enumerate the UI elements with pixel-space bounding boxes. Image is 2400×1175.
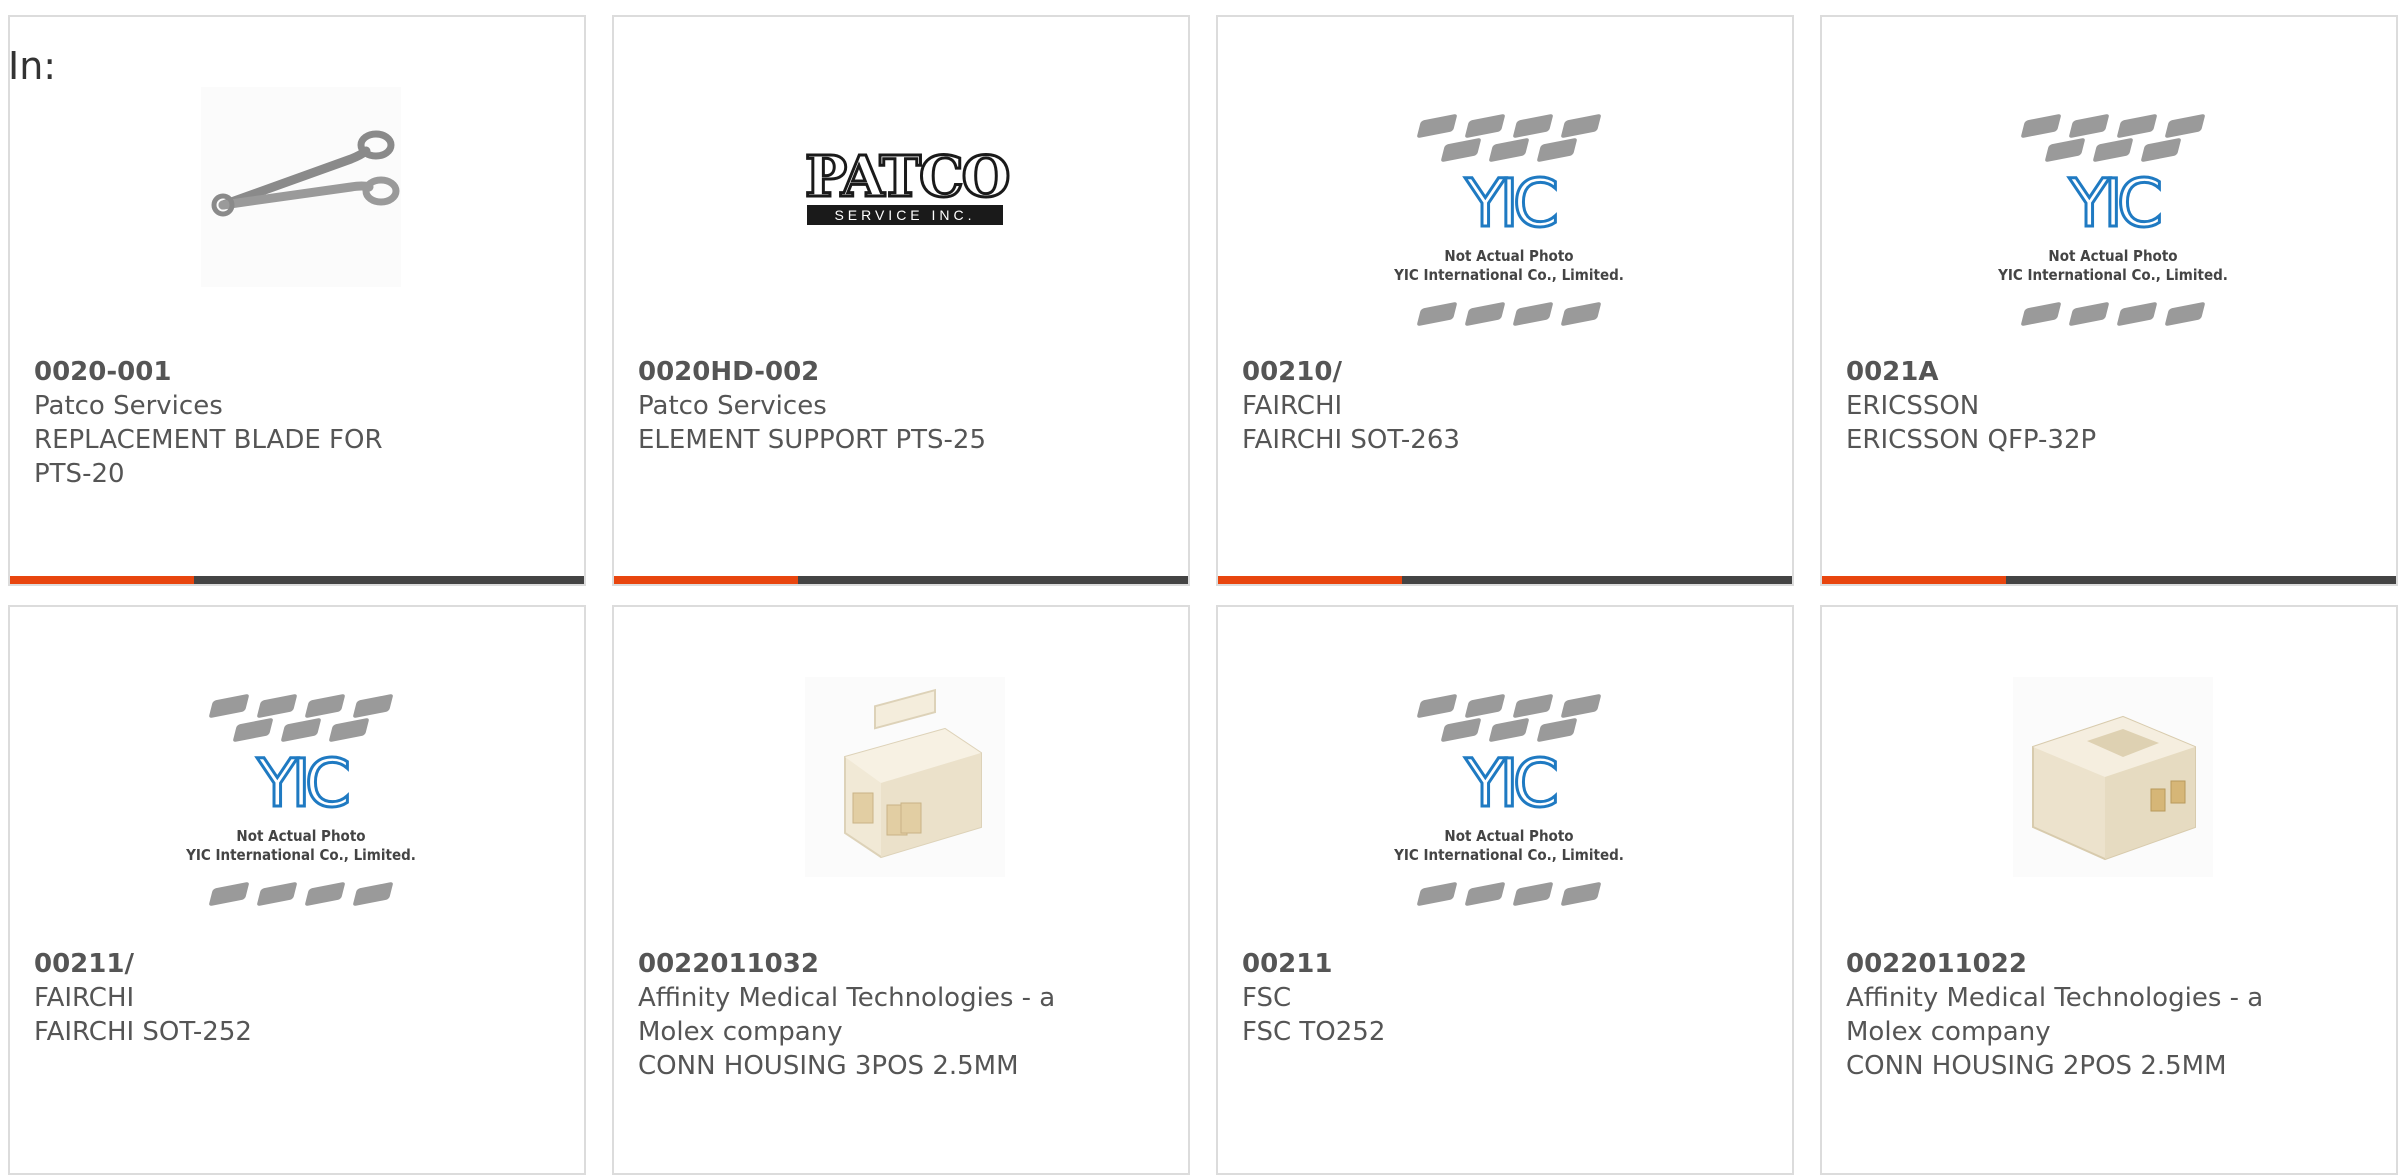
part-number[interactable]: 0022011032 xyxy=(638,947,1078,981)
manufacturer: FSC xyxy=(1242,983,1292,1013)
product-card[interactable]: YIC Not Actual Photo YIC International Co… xyxy=(1216,605,1794,1175)
card-bar xyxy=(1218,576,1792,584)
card-bar-accent xyxy=(1822,576,2006,584)
product-image[interactable] xyxy=(201,87,401,287)
part-number[interactable]: 00211/ xyxy=(34,947,474,981)
product-image[interactable]: YIC Not Actual Photo YIC International Co… xyxy=(166,687,436,927)
card-bar-accent xyxy=(10,576,194,584)
description: CONN HOUSING 3POS 2.5MM xyxy=(638,1051,1019,1081)
connector-housing-icon xyxy=(2013,677,2213,877)
description: FAIRCHI SOT-263 xyxy=(1242,425,1460,455)
product-image[interactable]: YIC Not Actual Photo YIC International Co… xyxy=(1374,107,1644,347)
manufacturer: FAIRCHI xyxy=(1242,391,1343,421)
description: FAIRCHI SOT-252 xyxy=(34,1017,252,1047)
part-number[interactable]: 00211 xyxy=(1242,947,1682,981)
patco-logo-icon: PATCO SERVICE INC. xyxy=(804,144,1012,225)
description: FSC TO252 xyxy=(1242,1017,1386,1047)
description: CONN HOUSING 2POS 2.5MM xyxy=(1846,1051,2227,1081)
product-card[interactable]: YIC Not Actual Photo YIC International Co… xyxy=(1820,15,2398,586)
manufacturer: Affinity Medical Technologies - a Molex … xyxy=(638,983,1056,1047)
yic-placeholder-icon: YIC Not Actual Photo YIC International Co… xyxy=(1374,107,1644,347)
product-image[interactable]: YIC Not Actual Photo YIC International Co… xyxy=(1374,687,1644,927)
product-card[interactable]: YIC Not Actual Photo YIC International Co… xyxy=(8,605,586,1175)
card-bar xyxy=(10,576,584,584)
description: ELEMENT SUPPORT PTS-25 xyxy=(638,425,987,455)
product-card[interactable]: YIC Not Actual Photo YIC International Co… xyxy=(1216,15,1794,586)
in-label: In: xyxy=(8,44,57,88)
part-number[interactable]: 0021A xyxy=(1846,355,2286,389)
description: ERICSSON QFP-32P xyxy=(1846,425,2097,455)
product-image[interactable]: YIC Not Actual Photo YIC International Co… xyxy=(1978,107,2248,347)
manufacturer: FAIRCHI xyxy=(34,983,135,1013)
connector-housing-icon xyxy=(805,677,1005,877)
card-bar xyxy=(1822,576,2396,584)
card-bar xyxy=(614,576,1188,584)
part-number[interactable]: 0022011022 xyxy=(1846,947,2286,981)
yic-placeholder-icon: YIC Not Actual Photo YIC International Co… xyxy=(1374,687,1644,927)
product-card[interactable]: PATCO SERVICE INC. 0020HD-002 Patco Serv… xyxy=(612,15,1190,586)
part-number[interactable]: 00210/ xyxy=(1242,355,1682,389)
part-number[interactable]: 0020HD-002 xyxy=(638,355,1078,389)
product-card[interactable]: 0022011032 Affinity Medical Technologies… xyxy=(612,605,1190,1175)
card-bar-accent xyxy=(1218,576,1402,584)
yic-placeholder-icon: YIC Not Actual Photo YIC International Co… xyxy=(166,687,436,927)
description: REPLACEMENT BLADE FOR PTS-20 xyxy=(34,425,383,489)
product-image[interactable]: PATCO SERVICE INC. xyxy=(804,87,1012,287)
product-card[interactable]: 0022011022 Affinity Medical Technologies… xyxy=(1820,605,2398,1175)
product-image[interactable] xyxy=(805,677,1005,877)
product-image[interactable] xyxy=(2013,677,2213,877)
manufacturer: ERICSSON xyxy=(1846,391,1980,421)
manufacturer: Patco Services xyxy=(638,391,827,421)
product-card[interactable]: 0020-001 Patco Services REPLACEMENT BLAD… xyxy=(8,15,586,586)
manufacturer: Affinity Medical Technologies - a Molex … xyxy=(1846,983,2264,1047)
yic-placeholder-icon: YIC Not Actual Photo YIC International Co… xyxy=(1978,107,2248,347)
part-number[interactable]: 0020-001 xyxy=(34,355,474,389)
scissors-blade-icon xyxy=(201,87,401,287)
card-bar-accent xyxy=(614,576,798,584)
manufacturer: Patco Services xyxy=(34,391,223,421)
